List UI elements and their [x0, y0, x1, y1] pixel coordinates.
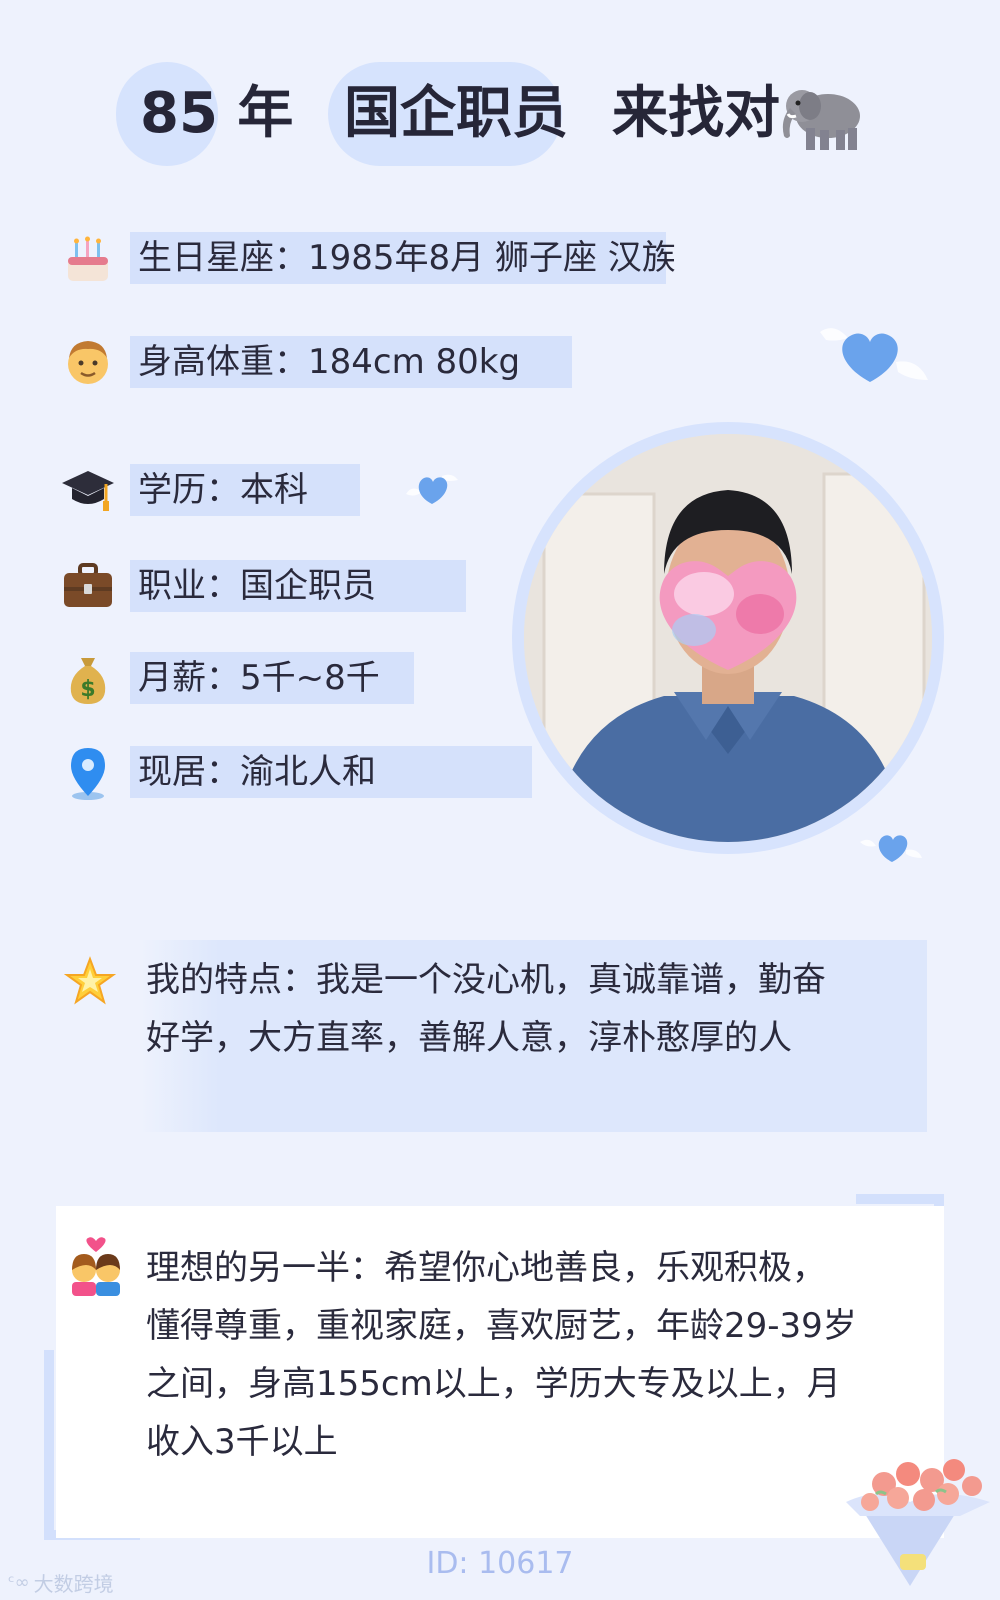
- profile-photo: [524, 434, 932, 842]
- age-title: 85 年: [140, 81, 294, 146]
- sparkle-star-icon: [62, 954, 118, 1010]
- info-salary: 月薪：5千~8千: [138, 658, 380, 698]
- info-birthday: 生日星座：1985年8月 狮子座 汉族: [138, 238, 676, 278]
- couple-heart-icon: [66, 1236, 126, 1296]
- location-pin-icon: [60, 746, 116, 802]
- features-line: 我的特点：我是一个没心机，真诚靠谱，勤奋: [146, 960, 826, 1000]
- small-heart-icon: [398, 468, 464, 510]
- ideal-line: 理想的另一半：希望你心地善良，乐观积极，: [146, 1248, 826, 1288]
- watermark-logo-icon: ᶜ∞: [8, 1572, 30, 1593]
- money-bag-icon: $: [60, 652, 116, 708]
- info-occupation: 职业：国企职员: [138, 566, 376, 606]
- features-line: 好学，大方直率，善解人意，淳朴憨厚的人: [146, 1018, 792, 1058]
- info-residence: 现居：渝北人和: [138, 752, 376, 792]
- elephant-icon: [776, 76, 866, 156]
- tagline: 来找对: [612, 81, 780, 146]
- graduation-cap-icon: [60, 462, 116, 518]
- info-education: 学历：本科: [138, 470, 308, 510]
- job-title: 国企职员: [344, 81, 568, 146]
- profile-id: ID: 10617: [426, 1546, 574, 1581]
- man-face-icon: [60, 334, 116, 390]
- ideal-line: 收入3千以上: [146, 1422, 338, 1462]
- frame-corner: [44, 1350, 54, 1536]
- frame-corner: [856, 1194, 944, 1204]
- small-heart-icon: [856, 828, 926, 868]
- info-height-weight: 身高体重：184cm 80kg: [138, 342, 521, 382]
- winged-heart-icon: [800, 310, 934, 396]
- birthday-cake-icon: [60, 232, 116, 288]
- ideal-line: 之间，身高155cm以上，学历大专及以上，月: [146, 1364, 841, 1404]
- ideal-line: 懂得尊重，重视家庭，喜欢厨艺，年龄29-39岁: [146, 1306, 857, 1346]
- watermark-text: 大数跨境: [33, 1572, 114, 1596]
- watermark: ᶜ∞ 大数跨境: [8, 1568, 114, 1597]
- svg-text:$: $: [80, 677, 95, 702]
- briefcase-icon: [60, 558, 116, 614]
